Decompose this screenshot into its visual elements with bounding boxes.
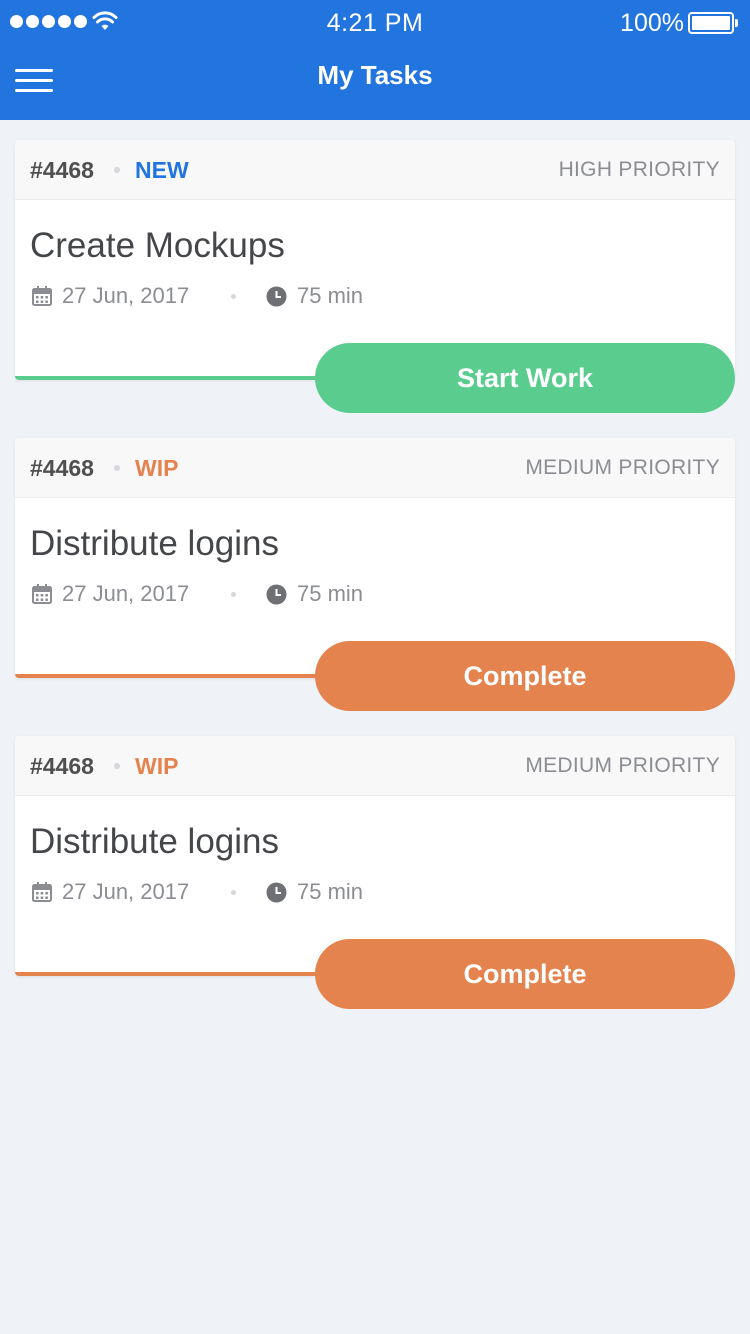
page-title: My Tasks [317, 60, 433, 90]
task-action-button[interactable]: Complete [315, 641, 735, 711]
task-duration: 75 min [297, 581, 364, 606]
separator-dot [114, 167, 120, 173]
calendar-icon [32, 584, 52, 604]
task-card-header: #4468 NEW HIGH PRIORITY [15, 140, 735, 200]
priority-label: MEDIUM PRIORITY [525, 456, 720, 479]
status-badge: WIP [135, 753, 179, 779]
clock-icon [266, 584, 287, 605]
task-card-header: #4468 WIP MEDIUM PRIORITY [15, 736, 735, 796]
task-meta: 27 Jun, 2017 75 min [30, 581, 430, 607]
task-duration: 75 min [297, 283, 364, 308]
task-title: Distribute logins [30, 524, 279, 563]
separator-dot [231, 294, 236, 299]
task-id: #4468 [30, 753, 94, 779]
task-id: #4468 [30, 455, 94, 481]
task-action-button[interactable]: Complete [315, 939, 735, 1009]
task-id: #4468 [30, 157, 94, 183]
separator-dot [114, 465, 120, 471]
separator-dot [231, 890, 236, 895]
battery-icon [688, 12, 738, 34]
priority-label: MEDIUM PRIORITY [525, 754, 720, 777]
task-progress-bar [15, 376, 355, 380]
task-title: Distribute logins [30, 822, 279, 861]
battery-percentage: 100% [620, 9, 684, 37]
calendar-icon [32, 286, 52, 306]
task-action-button[interactable]: Start Work [315, 343, 735, 413]
clock-icon [266, 286, 287, 307]
status-badge: NEW [135, 157, 189, 183]
task-card-header: #4468 WIP MEDIUM PRIORITY [15, 438, 735, 498]
task-card[interactable]: #4468 WIP MEDIUM PRIORITY Distribute log… [15, 438, 735, 711]
task-meta: 27 Jun, 2017 75 min [30, 879, 430, 905]
task-progress-bar [15, 674, 355, 678]
task-duration: 75 min [297, 879, 364, 904]
calendar-icon [32, 882, 52, 902]
clock-icon [266, 882, 287, 903]
task-card[interactable]: #4468 WIP MEDIUM PRIORITY Distribute log… [15, 736, 735, 1009]
task-date: 27 Jun, 2017 [62, 581, 190, 606]
priority-label: HIGH PRIORITY [558, 158, 720, 181]
task-meta: 27 Jun, 2017 75 min [30, 283, 430, 309]
task-date: 27 Jun, 2017 [62, 283, 190, 308]
app-header: 4:21 PM 100% My Tasks [0, 0, 750, 120]
status-bar: 4:21 PM 100% [0, 0, 750, 46]
status-badge: WIP [135, 455, 179, 481]
separator-dot [114, 763, 120, 769]
task-date: 27 Jun, 2017 [62, 879, 190, 904]
task-card[interactable]: #4468 NEW HIGH PRIORITY Create Mockups 2… [15, 140, 735, 413]
task-progress-bar [15, 972, 355, 976]
task-title: Create Mockups [30, 226, 285, 265]
separator-dot [231, 592, 236, 597]
